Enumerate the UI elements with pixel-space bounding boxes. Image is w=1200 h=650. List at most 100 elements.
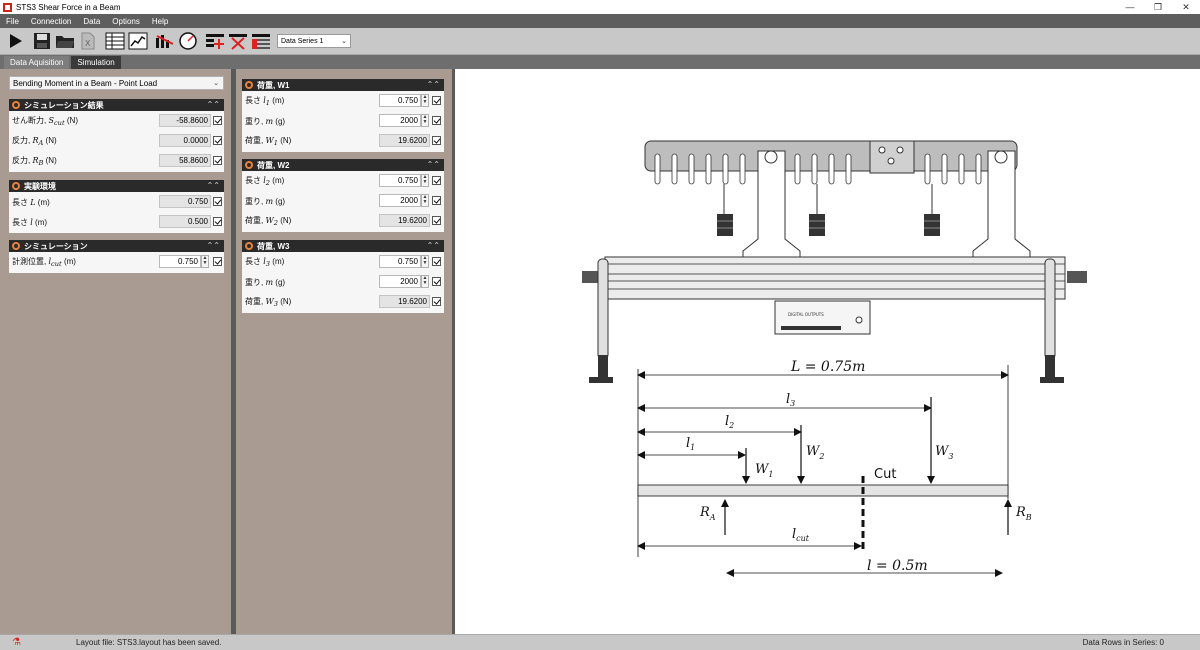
simulation-header[interactable]: シミュレーション ⌃⌃	[9, 240, 224, 252]
row-label: 荷重,	[245, 215, 264, 225]
shear-force-checkbox[interactable]	[213, 116, 222, 125]
w1-mass-input[interactable]: 2000	[379, 114, 421, 127]
load-arrow-w1: W1	[742, 448, 773, 484]
w3-mass-checkbox[interactable]	[432, 277, 441, 286]
restore-icon[interactable]: ❐	[1144, 0, 1172, 14]
w2-mass-input[interactable]: 2000	[379, 194, 421, 207]
w2-mass-stepper[interactable]: ▲ ▼	[421, 194, 429, 207]
collapse-icon[interactable]: ⌃⌃	[207, 241, 220, 250]
dimension-l1: l1	[637, 436, 746, 459]
toolbar: X Data Series 1 ⌄	[0, 28, 1200, 55]
gear-icon	[12, 101, 20, 109]
svg-text:l2: l2	[725, 414, 734, 430]
connection-status-icon: ⚗	[12, 637, 21, 648]
beam-length-L-checkbox[interactable]	[213, 197, 222, 206]
w1-length-stepper[interactable]: ▲ ▼	[421, 94, 429, 107]
row-subscript: 1	[265, 99, 271, 108]
collapse-icon[interactable]: ⌃⌃	[427, 80, 440, 89]
w1-length-checkbox[interactable]	[432, 96, 441, 105]
collapse-icon[interactable]: ⌃⌃	[207, 100, 220, 109]
tab-data-acquisition[interactable]: Data Aquisition	[4, 56, 70, 69]
simplified-beam	[637, 484, 1009, 497]
table-view-icon[interactable]	[104, 30, 126, 52]
load-w2-header[interactable]: 荷重, W2 ⌃⌃	[242, 159, 444, 171]
row-label: 長さ	[245, 256, 261, 266]
minimize-icon[interactable]: —	[1116, 0, 1144, 14]
w1-mass-stepper[interactable]: ▲ ▼	[421, 114, 429, 127]
w1-mass-checkbox[interactable]	[432, 116, 441, 125]
menu-options[interactable]: Options	[112, 17, 140, 26]
load-row: 長さ l1 (m) 0.750 ▲ ▼	[242, 91, 444, 111]
save-icon[interactable]	[31, 30, 53, 52]
w3-load-checkbox[interactable]	[432, 297, 441, 306]
svg-text:RA: RA	[699, 505, 716, 522]
environment-title: 実験環境	[24, 181, 56, 191]
gauge-icon[interactable]	[177, 30, 199, 52]
w3-mass-stepper[interactable]: ▲ ▼	[421, 275, 429, 288]
menu-connection[interactable]: Connection	[31, 17, 71, 26]
export-file-icon[interactable]: X	[77, 30, 99, 52]
row-unit: (g)	[275, 196, 286, 206]
graph-view-icon[interactable]	[127, 30, 149, 52]
row-subscript: A	[38, 139, 44, 148]
svg-text:W3: W3	[935, 444, 953, 461]
collapse-icon[interactable]: ⌃⌃	[427, 160, 440, 169]
weight-w3-icon	[924, 184, 940, 236]
simulation-panel: シミュレーション ⌃⌃ 計測位置, lcut (m) 0.750 ▲ ▼	[9, 240, 224, 273]
menu-data[interactable]: Data	[83, 17, 100, 26]
w2-length-checkbox[interactable]	[432, 176, 441, 185]
row-unit: (m)	[35, 217, 48, 227]
tab-simulation[interactable]: Simulation	[71, 56, 121, 69]
shear-force-value: -58.8600	[159, 114, 211, 127]
span-length-l-checkbox[interactable]	[213, 217, 222, 226]
menu-file[interactable]: File	[6, 17, 19, 26]
chart-settings-icon[interactable]	[154, 30, 176, 52]
sim-row-lcut: 計測位置, lcut (m) 0.750 ▲ ▼	[9, 252, 224, 272]
cut-position-input[interactable]: 0.750	[159, 255, 201, 268]
environment-panel: 実験環境 ⌃⌃ 長さ L (m) 0.750 長さ l (m) 0.500	[9, 180, 224, 233]
row-symbol: L	[30, 197, 36, 207]
cut-position-checkbox[interactable]	[213, 257, 222, 266]
row-subscript: 2	[273, 219, 278, 228]
cut-position-stepper[interactable]: ▲ ▼	[201, 255, 209, 268]
data-series-select[interactable]: Data Series 1 ⌄	[277, 34, 351, 48]
play-icon[interactable]	[4, 30, 26, 52]
load-row: 重り, m (g) 2000 ▲ ▼	[242, 111, 444, 131]
row-symbol: W	[265, 296, 274, 306]
reaction-a-checkbox[interactable]	[213, 136, 222, 145]
w3-length-input[interactable]: 0.750	[379, 255, 421, 268]
menu-help[interactable]: Help	[152, 17, 168, 26]
reaction-b-checkbox[interactable]	[213, 156, 222, 165]
w3-length-stepper[interactable]: ▲ ▼	[421, 255, 429, 268]
load-w3-header[interactable]: 荷重, W3 ⌃⌃	[242, 240, 444, 252]
clear-table-icon[interactable]	[250, 30, 272, 52]
collapse-icon[interactable]: ⌃⌃	[207, 181, 220, 190]
w2-length-stepper[interactable]: ▲ ▼	[421, 174, 429, 187]
svg-text:W2: W2	[806, 444, 824, 461]
add-row-icon[interactable]	[204, 30, 226, 52]
environment-header[interactable]: 実験環境 ⌃⌃	[9, 180, 224, 192]
results-header[interactable]: シミュレーション結果 ⌃⌃	[9, 99, 224, 111]
delete-row-icon[interactable]	[227, 30, 249, 52]
w2-length-input[interactable]: 0.750	[379, 174, 421, 187]
row-unit: (m)	[272, 256, 285, 266]
w3-length-checkbox[interactable]	[432, 257, 441, 266]
load-row: 荷重, W3 (N) 19.6200	[242, 292, 444, 312]
row-unit: (m)	[272, 95, 285, 105]
open-folder-icon[interactable]	[54, 30, 76, 52]
w3-mass-input[interactable]: 2000	[379, 275, 421, 288]
collapse-icon[interactable]: ⌃⌃	[427, 241, 440, 250]
column-divider[interactable]	[231, 69, 236, 634]
w2-load-checkbox[interactable]	[432, 216, 441, 225]
row-label: 長さ	[245, 175, 261, 185]
w2-mass-checkbox[interactable]	[432, 196, 441, 205]
load-row: 重り, m (g) 2000 ▲ ▼	[242, 191, 444, 211]
simulation-preset-select[interactable]: Bending Moment in a Beam - Point Load ⌄	[9, 76, 224, 90]
row-label: 長さ	[245, 95, 261, 105]
w1-load-checkbox[interactable]	[432, 136, 441, 145]
status-message: Layout file: STS3.layout has been saved.	[76, 638, 222, 647]
load-w1-header[interactable]: 荷重, W1 ⌃⌃	[242, 79, 444, 91]
w1-length-input[interactable]: 0.750	[379, 94, 421, 107]
load-arrow-w3: W3	[927, 397, 953, 484]
close-icon[interactable]: ✕	[1172, 0, 1200, 14]
